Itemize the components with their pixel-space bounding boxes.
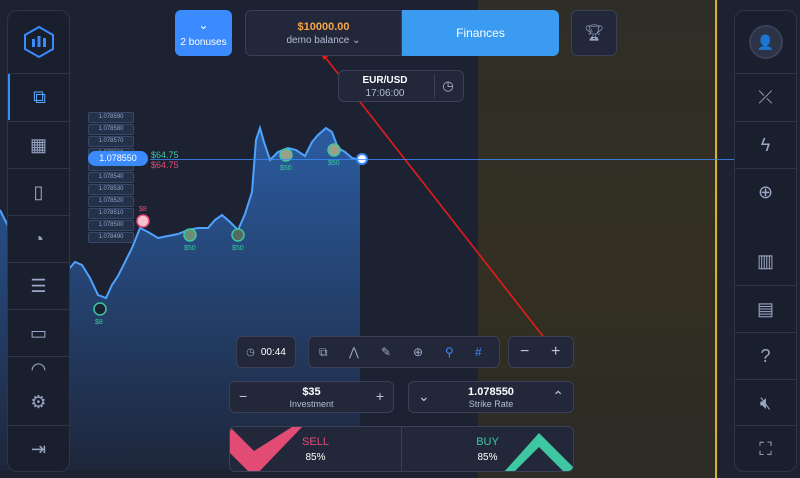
fullscreen-icon[interactable]: ⛶ xyxy=(735,426,796,472)
add-user-icon[interactable]: ⊕ xyxy=(735,169,796,215)
list-icon[interactable]: ☰ xyxy=(8,263,69,309)
asset-selector[interactable]: EUR/USD 17:06:00 ◷ xyxy=(338,70,464,102)
crosshair-icon[interactable]: ⊕ xyxy=(413,345,423,359)
trader-icon[interactable]: ⚲ xyxy=(445,345,454,359)
balance-selector[interactable]: $10000.00 demo balance ⌄ xyxy=(245,10,402,56)
investment-value: $35 xyxy=(302,386,321,398)
trade-marker xyxy=(183,228,197,242)
trade-marker xyxy=(327,143,341,157)
apps-icon[interactable]: ▦ xyxy=(8,122,69,168)
clock-icon: ◷ xyxy=(246,346,255,358)
line-chart-icon[interactable]: ⧉ xyxy=(319,345,328,360)
trade-marker-amount: $50 xyxy=(280,165,292,172)
grid-icon[interactable]: # xyxy=(475,345,482,359)
asset-name: EUR/USD xyxy=(362,75,408,86)
investment-label: Investment xyxy=(289,399,334,409)
gauge-icon[interactable]: ◠ xyxy=(8,359,69,379)
drawing-toolbar: ⧉ ⋀ ✎ ⊕ ⚲ # xyxy=(308,336,500,368)
trade-marker-amount: $8 xyxy=(95,319,103,326)
expiry-time: 17:06:00 xyxy=(365,88,405,99)
chat-icon[interactable]: ▤ xyxy=(735,286,796,332)
lightning-icon[interactable]: ϟ xyxy=(735,122,796,168)
trophy-icon[interactable]: 🏆︎ xyxy=(571,10,617,56)
chevron-up-icon[interactable]: ⌃ xyxy=(552,388,564,405)
balance-amount: $10000.00 xyxy=(297,20,350,33)
exit-icon[interactable]: ⇥ xyxy=(8,426,69,472)
clock-icon[interactable]: ◷ xyxy=(434,74,461,98)
mute-icon[interactable]: 🔇︎ xyxy=(735,380,796,426)
chevron-down-icon: ⌄ xyxy=(352,34,361,46)
chevron-down-icon: ⌄ xyxy=(198,17,209,32)
strike-rate-field[interactable]: ⌄ 1.078550 Strike Rate ⌃ xyxy=(408,381,574,413)
strike-value: 1.078550 xyxy=(468,386,514,398)
ladder-row[interactable]: 1.078490 xyxy=(88,232,134,243)
trade-marker-amount: $50 xyxy=(232,245,244,252)
zoom-controls: − + xyxy=(508,336,574,368)
timer-button[interactable]: ◷ 00:44 xyxy=(236,336,296,368)
ladder-row[interactable]: 1.078510 xyxy=(88,208,134,219)
signals-icon[interactable]: ⤫ xyxy=(735,74,796,120)
ladder-row[interactable]: 1.078570 xyxy=(88,136,134,147)
sell-arrow-icon xyxy=(230,427,302,471)
trade-marker-amount: $8 xyxy=(139,206,147,213)
left-sidebar: ⧉ ▦ ▯ ◔ ☰ ▭ ◠ ⚙ ⇥ xyxy=(7,10,70,472)
current-price-tag: 1.078550 xyxy=(88,151,148,166)
zoom-in-button[interactable]: + xyxy=(551,343,560,361)
buy-button[interactable]: BUY 85% xyxy=(401,426,574,472)
avatar[interactable]: 👤 xyxy=(735,17,796,67)
price-ladder[interactable]: 1.078590 1.078580 1.078570 1.078560 1.07… xyxy=(88,112,134,244)
card-icon[interactable]: ▭ xyxy=(8,310,69,356)
trade-marker xyxy=(231,228,245,242)
settings-icon[interactable]: ⚙ xyxy=(8,379,69,425)
profit-up-label: $64.75 xyxy=(151,150,179,160)
trade-marker-amount: $50 xyxy=(184,245,196,252)
right-sidebar: 👤 ⤫ ϟ ⊕ ▥ ▤ ? 🔇︎ ⛶ xyxy=(734,10,797,472)
sell-payout: 85% xyxy=(305,452,326,463)
pencil-icon[interactable]: ✎ xyxy=(381,345,391,359)
chart-icon[interactable]: ⧉ xyxy=(8,74,69,120)
investment-field[interactable]: − $35 Investment + xyxy=(229,381,394,413)
ladder-row[interactable]: 1.078590 xyxy=(88,112,134,123)
profit-down-label: $64.75 xyxy=(151,160,179,170)
current-price-line xyxy=(150,159,734,160)
strike-label: Strike Rate xyxy=(468,399,514,409)
ladder-row[interactable]: 1.078580 xyxy=(88,124,134,135)
logo-icon[interactable] xyxy=(8,17,69,67)
help-icon[interactable]: ? xyxy=(735,333,796,379)
finances-button[interactable]: Finances xyxy=(402,10,559,56)
compass-icon[interactable]: ⋀ xyxy=(349,345,359,359)
ladder-row[interactable]: 1.078530 xyxy=(88,184,134,195)
timer-value: 00:44 xyxy=(260,346,286,358)
sell-label: SELL xyxy=(302,436,329,448)
layout-icon[interactable]: ▥ xyxy=(735,238,796,284)
ladder-row[interactable]: 1.078520 xyxy=(88,196,134,207)
trade-marker-amount: $50 xyxy=(328,160,340,167)
trade-marker xyxy=(136,214,150,228)
zoom-out-button[interactable]: − xyxy=(520,343,529,361)
bonuses-label: 2 bonuses xyxy=(180,36,227,48)
bonuses-button[interactable]: ⌄ 2 bonuses xyxy=(175,10,232,56)
sell-button[interactable]: SELL 85% xyxy=(229,426,402,472)
increase-investment-button[interactable]: + xyxy=(376,388,384,404)
ladder-row[interactable]: 1.078500 xyxy=(88,220,134,231)
balance-type: demo balance ⌄ xyxy=(286,34,361,46)
ladder-row[interactable]: 1.078540 xyxy=(88,172,134,183)
pie-chart-icon[interactable]: ◔ xyxy=(8,216,69,262)
book-icon[interactable]: ▯ xyxy=(8,169,69,215)
trade-marker xyxy=(93,302,107,316)
buy-arrow-icon xyxy=(504,433,573,471)
